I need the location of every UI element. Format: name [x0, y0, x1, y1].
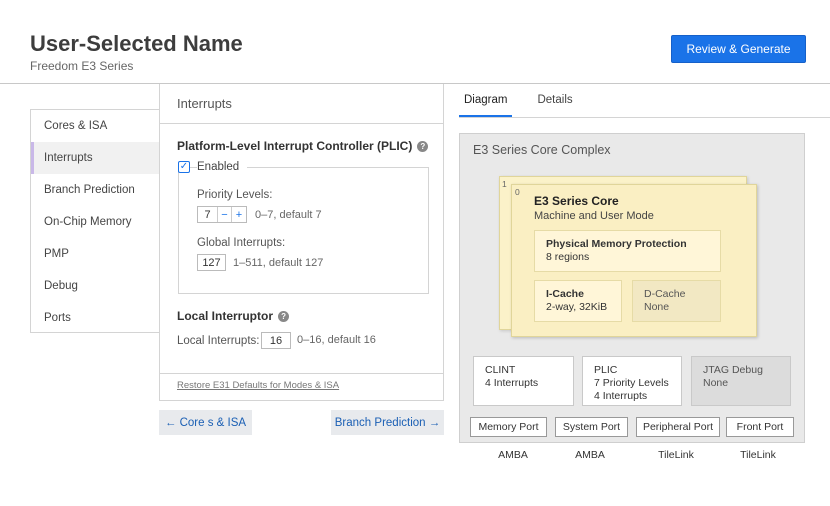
sidebar-item-interrupts[interactable]: Interrupts	[31, 142, 160, 174]
tabs-divider	[459, 117, 830, 118]
review-generate-button[interactable]: Review & Generate	[671, 35, 806, 63]
core-index: 0	[515, 187, 520, 197]
page-title: User-Selected Name	[30, 31, 243, 56]
system-port-bus-label: AMBA	[575, 449, 605, 461]
clint-value: 4 Interrupts	[485, 377, 539, 389]
dcache-box: D-Cache None	[632, 280, 721, 322]
pmp-box: Physical Memory Protection 8 regions	[534, 230, 721, 272]
plic-title: PLIC	[594, 364, 618, 376]
plic-enabled-label[interactable]: Enabled	[197, 161, 248, 173]
jtag-title: JTAG Debug	[703, 364, 763, 376]
clint-box: CLINT 4 Interrupts	[473, 356, 574, 406]
front-port-bus-label: TileLink	[740, 449, 776, 461]
interrupts-panel: Interrupts Platform-Level Interrupt Cont…	[159, 84, 444, 401]
page-header: User-Selected Name Freedom E3 Series Rev…	[0, 0, 830, 84]
priority-levels-label: Priority Levels:	[197, 189, 273, 201]
diagram-title: E3 Series Core Complex	[473, 143, 611, 157]
next-step-button[interactable]: Branch Prediction →	[331, 410, 444, 435]
system-port-button[interactable]: System Port	[555, 417, 628, 437]
panel-title: Interrupts	[177, 96, 232, 111]
icache-value: 2-way, 32KiB	[546, 301, 608, 313]
priority-levels-stepper[interactable]: 7 − +	[197, 206, 247, 223]
plic-value-interrupts: 4 Interrupts	[594, 390, 648, 402]
help-icon[interactable]: ?	[278, 310, 290, 322]
peripheral-port-bus-label: TileLink	[658, 449, 694, 461]
core-subtitle: Machine and User Mode	[534, 210, 654, 222]
sidebar-item-cores-isa[interactable]: Cores & ISA	[31, 110, 160, 142]
front-port-button[interactable]: Front Port	[726, 417, 794, 437]
core-title: E3 Series Core	[534, 194, 619, 208]
global-interrupts-label: Global Interrupts:	[197, 237, 286, 249]
plic-box: PLIC 7 Priority Levels 4 Interrupts	[582, 356, 682, 406]
panel-divider	[160, 123, 443, 124]
core-complex-diagram: E3 Series Core Complex 1 0 E3 Series Cor…	[459, 133, 805, 443]
plic-enabled-checkbox[interactable]: ✓	[178, 161, 190, 173]
jtag-value: None	[703, 377, 729, 389]
tab-details[interactable]: Details	[532, 94, 577, 117]
sidebar-item-ports[interactable]: Ports	[31, 302, 160, 334]
dcache-value: None	[644, 301, 670, 313]
sidebar-item-branch-prediction[interactable]: Branch Prediction	[31, 174, 160, 206]
global-interrupts-input[interactable]: 127	[197, 254, 226, 271]
clint-title: CLINT	[485, 364, 516, 376]
pmp-value: 8 regions	[546, 251, 590, 263]
local-interruptor-section-title: Local Interruptor ?	[177, 309, 290, 323]
restore-defaults-link[interactable]: Restore E31 Defaults for Modes & ISA	[177, 380, 339, 391]
tab-diagram[interactable]: Diagram	[459, 94, 513, 117]
pmp-title: Physical Memory Protection	[546, 238, 687, 250]
icache-box: I-Cache 2-way, 32KiB	[534, 280, 622, 322]
plic-section-title: Platform-Level Interrupt Controller (PLI…	[177, 139, 429, 153]
core-index: 1	[502, 179, 507, 189]
dcache-title: D-Cache	[644, 288, 686, 300]
sidebar-item-on-chip-memory[interactable]: On-Chip Memory	[31, 206, 160, 238]
local-title-text: Local Interruptor	[177, 309, 274, 323]
priority-levels-value[interactable]: 7	[198, 207, 218, 222]
priority-levels-hint: 0–7, default 7	[255, 209, 322, 221]
decrement-button[interactable]: −	[218, 207, 232, 222]
sidebar-item-debug[interactable]: Debug	[31, 270, 160, 302]
sidebar-nav: Cores & ISA Interrupts Branch Prediction…	[30, 109, 160, 333]
view-tabs: Diagram Details	[459, 94, 578, 117]
panel-footer-divider	[160, 373, 443, 374]
local-interrupts-label: Local Interrupts:	[177, 335, 260, 347]
page-subtitle: Freedom E3 Series	[30, 59, 134, 73]
peripheral-port-button[interactable]: Peripheral Port	[636, 417, 720, 437]
global-interrupts-hint: 1–511, default 127	[233, 257, 324, 269]
plic-settings-box: Priority Levels: 7 − + 0–7, default 7 Gl…	[178, 167, 429, 294]
plic-value-priority: 7 Priority Levels	[594, 377, 669, 389]
sidebar-item-pmp[interactable]: PMP	[31, 238, 160, 270]
prev-step-button[interactable]: ← Core s & ISA	[159, 410, 252, 435]
increment-button[interactable]: +	[232, 207, 246, 222]
memory-port-button[interactable]: Memory Port	[470, 417, 547, 437]
help-icon[interactable]: ?	[417, 140, 429, 152]
local-interrupts-input[interactable]: 16	[261, 332, 291, 349]
memory-port-bus-label: AMBA	[498, 449, 528, 461]
core-card-front: 0 E3 Series Core Machine and User Mode P…	[511, 184, 757, 337]
icache-title: I-Cache	[546, 288, 584, 300]
local-interrupts-hint: 0–16, default 16	[297, 334, 376, 346]
plic-title-text: Platform-Level Interrupt Controller (PLI…	[177, 139, 413, 153]
jtag-debug-box: JTAG Debug None	[691, 356, 791, 406]
